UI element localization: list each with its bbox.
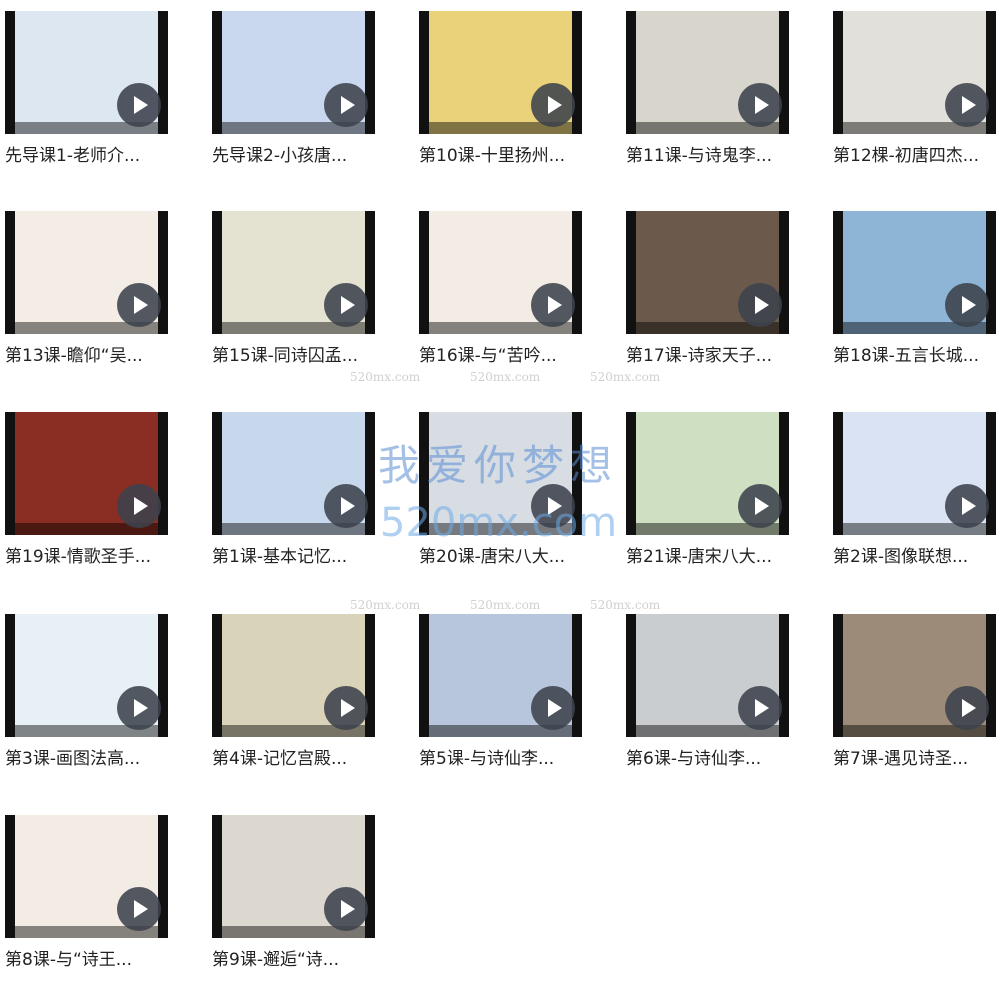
- video-title[interactable]: 第15课-同诗囚孟...: [212, 344, 402, 368]
- video-title[interactable]: 第17课-诗家天子...: [626, 344, 816, 368]
- video-thumbnail[interactable]: [5, 412, 168, 535]
- video-card[interactable]: 第12棵-初唐四杰...: [833, 11, 1002, 201]
- video-card[interactable]: 第21课-唐宋八大...: [626, 412, 816, 602]
- video-title[interactable]: 第8课-与“诗王...: [5, 948, 195, 972]
- play-icon[interactable]: [738, 686, 782, 730]
- watermark-brand: 我爱你梦想: [378, 441, 619, 490]
- play-icon[interactable]: [117, 283, 161, 327]
- play-icon[interactable]: [324, 484, 368, 528]
- play-icon[interactable]: [945, 686, 989, 730]
- video-title[interactable]: 第2课-图像联想...: [833, 545, 1002, 569]
- watermark-url: 520mx.com: [380, 500, 618, 546]
- play-icon[interactable]: [324, 83, 368, 127]
- video-thumbnail[interactable]: [833, 11, 996, 134]
- video-thumbnail[interactable]: [626, 614, 789, 737]
- video-thumbnail[interactable]: [626, 412, 789, 535]
- video-card[interactable]: 第18课-五言长城...: [833, 211, 1002, 401]
- video-title[interactable]: 第18课-五言长城...: [833, 344, 1002, 368]
- video-thumbnail[interactable]: [626, 211, 789, 334]
- video-thumbnail[interactable]: [419, 614, 582, 737]
- video-thumbnail[interactable]: [5, 211, 168, 334]
- play-icon[interactable]: [531, 686, 575, 730]
- video-thumbnail[interactable]: [833, 211, 996, 334]
- video-title[interactable]: 第10课-十里扬州...: [419, 144, 609, 168]
- video-title[interactable]: 第19课-情歌圣手...: [5, 545, 195, 569]
- watermark-small: 520mx.com: [470, 370, 541, 384]
- play-icon[interactable]: [324, 283, 368, 327]
- watermark-small: 520mx.com: [350, 370, 421, 384]
- play-icon[interactable]: [945, 283, 989, 327]
- video-title[interactable]: 第6课-与诗仙李...: [626, 747, 816, 771]
- play-icon[interactable]: [738, 484, 782, 528]
- play-icon[interactable]: [738, 83, 782, 127]
- video-card[interactable]: 第9课-邂逅“诗...: [212, 815, 402, 1005]
- video-thumbnail[interactable]: [212, 412, 375, 535]
- video-card[interactable]: 第19课-情歌圣手...: [5, 412, 195, 602]
- video-title[interactable]: 第16课-与“苦吟...: [419, 344, 609, 368]
- video-title[interactable]: 第4课-记忆宫殿...: [212, 747, 402, 771]
- video-title[interactable]: 先导课1-老师介...: [5, 144, 195, 168]
- video-card[interactable]: 先导课2-小孩唐...: [212, 11, 402, 201]
- play-icon[interactable]: [117, 484, 161, 528]
- video-title[interactable]: 第3课-画图法高...: [5, 747, 195, 771]
- watermark-small: 520mx.com: [590, 598, 661, 612]
- video-title[interactable]: 第7课-遇见诗圣...: [833, 747, 1002, 771]
- video-card[interactable]: 第4课-记忆宫殿...: [212, 614, 402, 804]
- video-thumbnail[interactable]: [212, 815, 375, 938]
- play-icon[interactable]: [324, 887, 368, 931]
- watermark-small: 520mx.com: [470, 598, 541, 612]
- video-title[interactable]: 第21课-唐宋八大...: [626, 545, 816, 569]
- video-thumbnail[interactable]: [212, 614, 375, 737]
- video-card[interactable]: 第7课-遇见诗圣...: [833, 614, 1002, 804]
- video-card[interactable]: 第3课-画图法高...: [5, 614, 195, 804]
- play-icon[interactable]: [117, 887, 161, 931]
- video-card[interactable]: 第5课-与诗仙李...: [419, 614, 609, 804]
- video-title[interactable]: 第11课-与诗鬼李...: [626, 144, 816, 168]
- watermark-small: 520mx.com: [590, 370, 661, 384]
- play-icon[interactable]: [531, 283, 575, 327]
- play-icon[interactable]: [945, 484, 989, 528]
- video-title[interactable]: 第9课-邂逅“诗...: [212, 948, 402, 972]
- video-title[interactable]: 第1课-基本记忆...: [212, 545, 402, 569]
- play-icon[interactable]: [117, 686, 161, 730]
- video-thumbnail[interactable]: [212, 211, 375, 334]
- video-thumbnail[interactable]: [212, 11, 375, 134]
- video-card[interactable]: 第2课-图像联想...: [833, 412, 1002, 602]
- video-thumbnail[interactable]: [419, 211, 582, 334]
- play-icon[interactable]: [945, 83, 989, 127]
- video-thumbnail[interactable]: [5, 614, 168, 737]
- video-card[interactable]: 第8课-与“诗王...: [5, 815, 195, 1005]
- video-thumbnail[interactable]: [5, 815, 168, 938]
- play-icon[interactable]: [531, 83, 575, 127]
- play-icon[interactable]: [324, 686, 368, 730]
- video-card[interactable]: 第6课-与诗仙李...: [626, 614, 816, 804]
- play-icon[interactable]: [738, 283, 782, 327]
- video-title[interactable]: 第5课-与诗仙李...: [419, 747, 609, 771]
- video-title[interactable]: 第20课-唐宋八大...: [419, 545, 609, 569]
- video-card[interactable]: 第13课-瞻仰“吴...: [5, 211, 195, 401]
- video-card[interactable]: 先导课1-老师介...: [5, 11, 195, 201]
- video-card[interactable]: 第11课-与诗鬼李...: [626, 11, 816, 201]
- video-title[interactable]: 先导课2-小孩唐...: [212, 144, 402, 168]
- video-thumbnail[interactable]: [5, 11, 168, 134]
- watermark-small: 520mx.com: [350, 598, 421, 612]
- video-title[interactable]: 第12棵-初唐四杰...: [833, 144, 1002, 168]
- video-card[interactable]: 第1课-基本记忆...: [212, 412, 402, 602]
- video-title[interactable]: 第13课-瞻仰“吴...: [5, 344, 195, 368]
- video-thumbnail[interactable]: [833, 412, 996, 535]
- video-thumbnail[interactable]: [419, 11, 582, 134]
- video-card[interactable]: 第10课-十里扬州...: [419, 11, 609, 201]
- video-thumbnail[interactable]: [626, 11, 789, 134]
- play-icon[interactable]: [117, 83, 161, 127]
- video-thumbnail[interactable]: [833, 614, 996, 737]
